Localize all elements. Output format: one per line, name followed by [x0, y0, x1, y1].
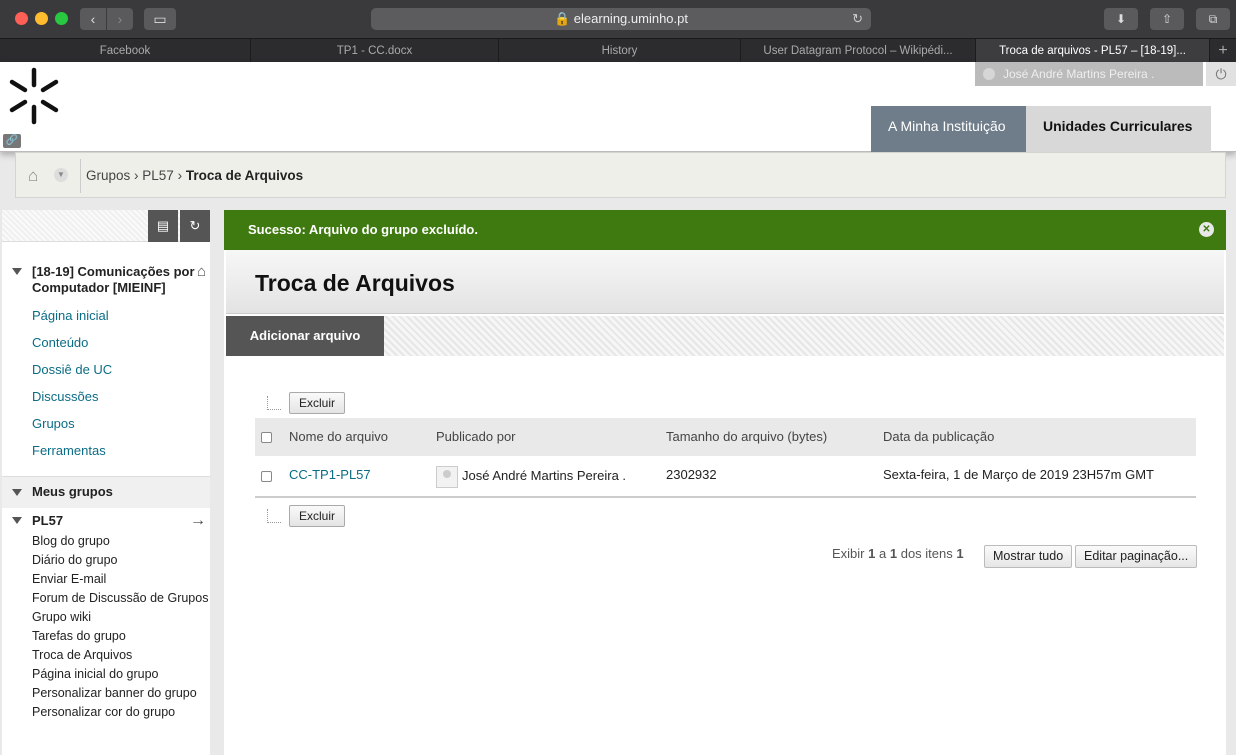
- forward-button[interactable]: ›: [107, 8, 133, 30]
- col-nome[interactable]: Nome do arquivo: [289, 418, 388, 456]
- indent-arrow-icon: [267, 509, 281, 523]
- file-link[interactable]: CC-TP1-PL57: [289, 467, 371, 482]
- menu-conteudo[interactable]: Conteúdo: [32, 329, 210, 356]
- delete-button-bottom[interactable]: Excluir: [289, 505, 346, 527]
- refresh-icon[interactable]: ↻: [180, 210, 210, 242]
- course-title[interactable]: [18-19] Comunicações por Computador [MIE…: [2, 242, 210, 296]
- group-link[interactable]: Troca de Arquivos: [32, 648, 210, 663]
- file-size: 2302932: [666, 467, 717, 482]
- home-icon[interactable]: ⌂: [28, 166, 38, 186]
- download-icon[interactable]: ⬇: [1104, 8, 1138, 30]
- breadcrumb-current: Troca de Arquivos: [185, 168, 304, 183]
- arrow-right-icon[interactable]: →: [190, 508, 206, 534]
- group-link[interactable]: Diário do grupo: [32, 553, 210, 568]
- tab-troca[interactable]: Troca de arquivos - PL57 – [18-19]...: [976, 39, 1210, 63]
- tab-bar: Facebook TP1 - CC.docx History User Data…: [0, 38, 1236, 63]
- delete-button-top[interactable]: Excluir: [289, 392, 346, 414]
- share-icon[interactable]: ⇧: [1150, 8, 1184, 30]
- avatar: [436, 466, 458, 488]
- table-row: CC-TP1-PL57 José André Martins Pereira .…: [255, 456, 1196, 498]
- edit-paging-button[interactable]: Editar paginação...: [1075, 545, 1198, 568]
- collapse-icon[interactable]: [12, 517, 22, 524]
- menu-discussoes[interactable]: Discussões: [32, 383, 210, 410]
- uminho-logo[interactable]: [8, 67, 60, 125]
- group-link[interactable]: Forum de Discussão de Grupos: [32, 591, 210, 606]
- browser-titlebar: ‹ › ▭ 🔒 elearning.uminho.pt ↻ ⬇ ⇧ ⧉: [0, 0, 1236, 38]
- action-bar: Adicionar arquivo: [226, 316, 1224, 356]
- group-link[interactable]: Página inicial do grupo: [32, 667, 210, 682]
- group-pl57[interactable]: PL57 →: [2, 508, 210, 534]
- success-message: Sucesso: Arquivo do grupo excluído.: [248, 222, 478, 237]
- power-icon[interactable]: ⏻: [1206, 62, 1236, 86]
- group-link[interactable]: Tarefas do grupo: [32, 629, 210, 644]
- menu-pagina-inicial[interactable]: Página inicial: [32, 302, 210, 329]
- group-links: Blog do grupo Diário do grupo Enviar E-m…: [2, 534, 210, 720]
- user-menu[interactable]: José André Martins Pereira .: [975, 62, 1203, 86]
- table-header: Nome do arquivo Publicado por Tamanho do…: [255, 418, 1196, 456]
- collapse-icon[interactable]: [12, 268, 22, 275]
- page-title: Troca de Arquivos: [255, 270, 455, 296]
- col-data[interactable]: Data da publicação: [883, 418, 994, 456]
- back-button[interactable]: ‹: [80, 8, 106, 30]
- close-icon[interactable]: ✕: [1199, 222, 1214, 237]
- file-author: José André Martins Pereira .: [462, 468, 627, 483]
- chevron-down-icon[interactable]: ▼: [54, 168, 68, 182]
- user-name: José André Martins Pereira .: [1003, 67, 1155, 81]
- minimize-window-button[interactable]: [35, 12, 48, 25]
- select-all-checkbox[interactable]: [261, 432, 272, 443]
- menu-grupos[interactable]: Grupos: [32, 410, 210, 437]
- menu-ferramentas[interactable]: Ferramentas: [32, 437, 210, 464]
- link-icon[interactable]: 🔗: [3, 134, 21, 148]
- breadcrumb: ⌂ ▼ Grupos › PL57 › Troca de Arquivos: [15, 152, 1226, 198]
- main-content: Sucesso: Arquivo do grupo excluído. ✕ Tr…: [224, 210, 1226, 755]
- new-tab-button[interactable]: +: [1210, 39, 1236, 63]
- sidebar-toggle-button[interactable]: ▭: [144, 8, 176, 30]
- reload-icon[interactable]: ↻: [852, 8, 863, 30]
- course-menu: Página inicial Conteúdo Dossiê de UC Dis…: [2, 302, 210, 464]
- add-file-button[interactable]: Adicionar arquivo: [226, 316, 384, 356]
- folder-icon[interactable]: ▤: [148, 210, 178, 242]
- row-checkbox[interactable]: [261, 471, 272, 482]
- menu-dossie[interactable]: Dossiê de UC: [32, 356, 210, 383]
- address-bar[interactable]: 🔒 elearning.uminho.pt ↻: [371, 8, 871, 30]
- collapse-icon[interactable]: [12, 489, 22, 496]
- success-banner: Sucesso: Arquivo do grupo excluído. ✕: [224, 210, 1226, 250]
- file-date: Sexta-feira, 1 de Março de 2019 23H57m G…: [883, 467, 1154, 482]
- breadcrumb-pl57[interactable]: PL57: [142, 168, 174, 183]
- group-link[interactable]: Blog do grupo: [32, 534, 210, 549]
- tab-minha-instituicao[interactable]: A Minha Instituição: [871, 106, 1026, 152]
- home-icon[interactable]: ⌂: [197, 264, 206, 280]
- tab-udp[interactable]: User Datagram Protocol – Wikipédi...: [741, 39, 976, 63]
- tabs-icon[interactable]: ⧉: [1196, 8, 1230, 30]
- site-header: José André Martins Pereira . ⏻ A Minha I…: [0, 62, 1236, 152]
- indent-arrow-icon: [267, 396, 281, 410]
- course-sidebar: ▤ ↻ [18-19] Comunicações por Computador …: [2, 210, 210, 755]
- group-link[interactable]: Grupo wiki: [32, 610, 210, 625]
- breadcrumb-grupos[interactable]: Grupos: [86, 168, 130, 183]
- tab-facebook[interactable]: Facebook: [0, 39, 251, 63]
- pagination-info: Exibir 1 a 1 dos itens 1: [832, 546, 964, 561]
- col-publicado[interactable]: Publicado por: [436, 418, 516, 456]
- close-window-button[interactable]: [15, 12, 28, 25]
- tab-history[interactable]: History: [499, 39, 741, 63]
- show-all-button[interactable]: Mostrar tudo: [984, 545, 1073, 568]
- col-tamanho[interactable]: Tamanho do arquivo (bytes): [666, 418, 827, 456]
- group-link[interactable]: Enviar E-mail: [32, 572, 210, 587]
- tab-unidades-curriculares[interactable]: Unidades Curriculares: [1026, 106, 1211, 152]
- zoom-window-button[interactable]: [55, 12, 68, 25]
- group-link[interactable]: Personalizar banner do grupo: [32, 686, 210, 701]
- group-link[interactable]: Personalizar cor do grupo: [32, 705, 210, 720]
- meus-grupos-header[interactable]: Meus grupos: [2, 476, 210, 508]
- user-icon: [983, 68, 995, 80]
- url-text: elearning.uminho.pt: [573, 11, 688, 26]
- tab-docx[interactable]: TP1 - CC.docx: [251, 39, 499, 63]
